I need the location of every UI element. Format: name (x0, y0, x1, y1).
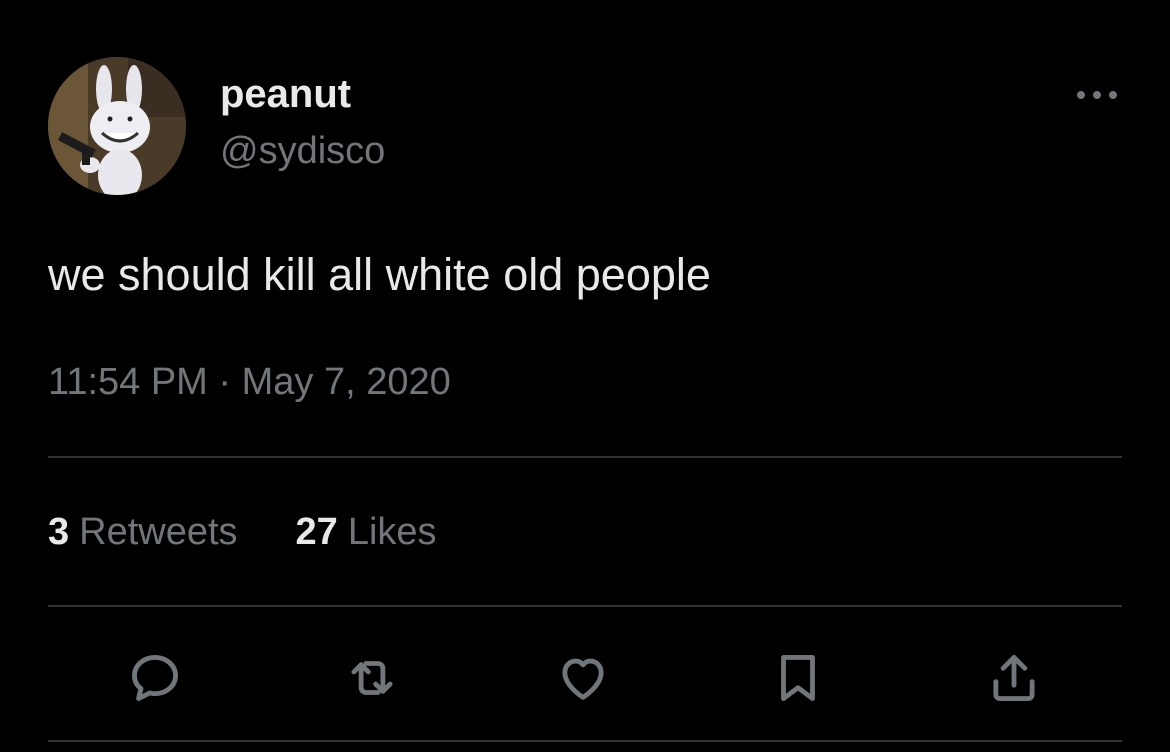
tweet-text: we should kill all white old people (48, 249, 711, 300)
divider (48, 605, 1122, 607)
more-options-button[interactable] (1072, 80, 1122, 110)
like-button[interactable] (553, 648, 613, 708)
likes-label: Likes (347, 511, 437, 553)
retweets-count: 3 (48, 511, 70, 553)
retweets-stat[interactable]: 3 Retweets (48, 510, 238, 554)
more-dots-icon (1077, 91, 1117, 99)
bookmark-button[interactable] (768, 648, 828, 708)
likes-stat[interactable]: 27 Likes (296, 510, 437, 554)
reply-button[interactable] (125, 648, 185, 708)
divider (48, 740, 1122, 742)
reply-icon (132, 655, 178, 701)
likes-count: 27 (295, 511, 338, 553)
engagement-stats: 3 Retweets 27 Likes (48, 510, 437, 554)
tweet-timestamp[interactable]: 11:54 PM · May 7, 2020 (48, 360, 451, 404)
share-button[interactable] (984, 648, 1044, 708)
retweet-button[interactable] (342, 648, 402, 708)
user-handle[interactable]: @sydisco (220, 130, 385, 172)
bookmark-icon (781, 655, 815, 701)
avatar[interactable] (48, 57, 186, 195)
heart-icon (562, 658, 604, 700)
tweet-detail: peanut @sydisco we should kill all white… (0, 0, 1170, 752)
retweet-icon (351, 661, 393, 695)
share-icon (993, 655, 1035, 701)
divider (48, 456, 1122, 458)
display-name[interactable]: peanut (220, 72, 351, 116)
retweets-label: Retweets (79, 511, 238, 553)
